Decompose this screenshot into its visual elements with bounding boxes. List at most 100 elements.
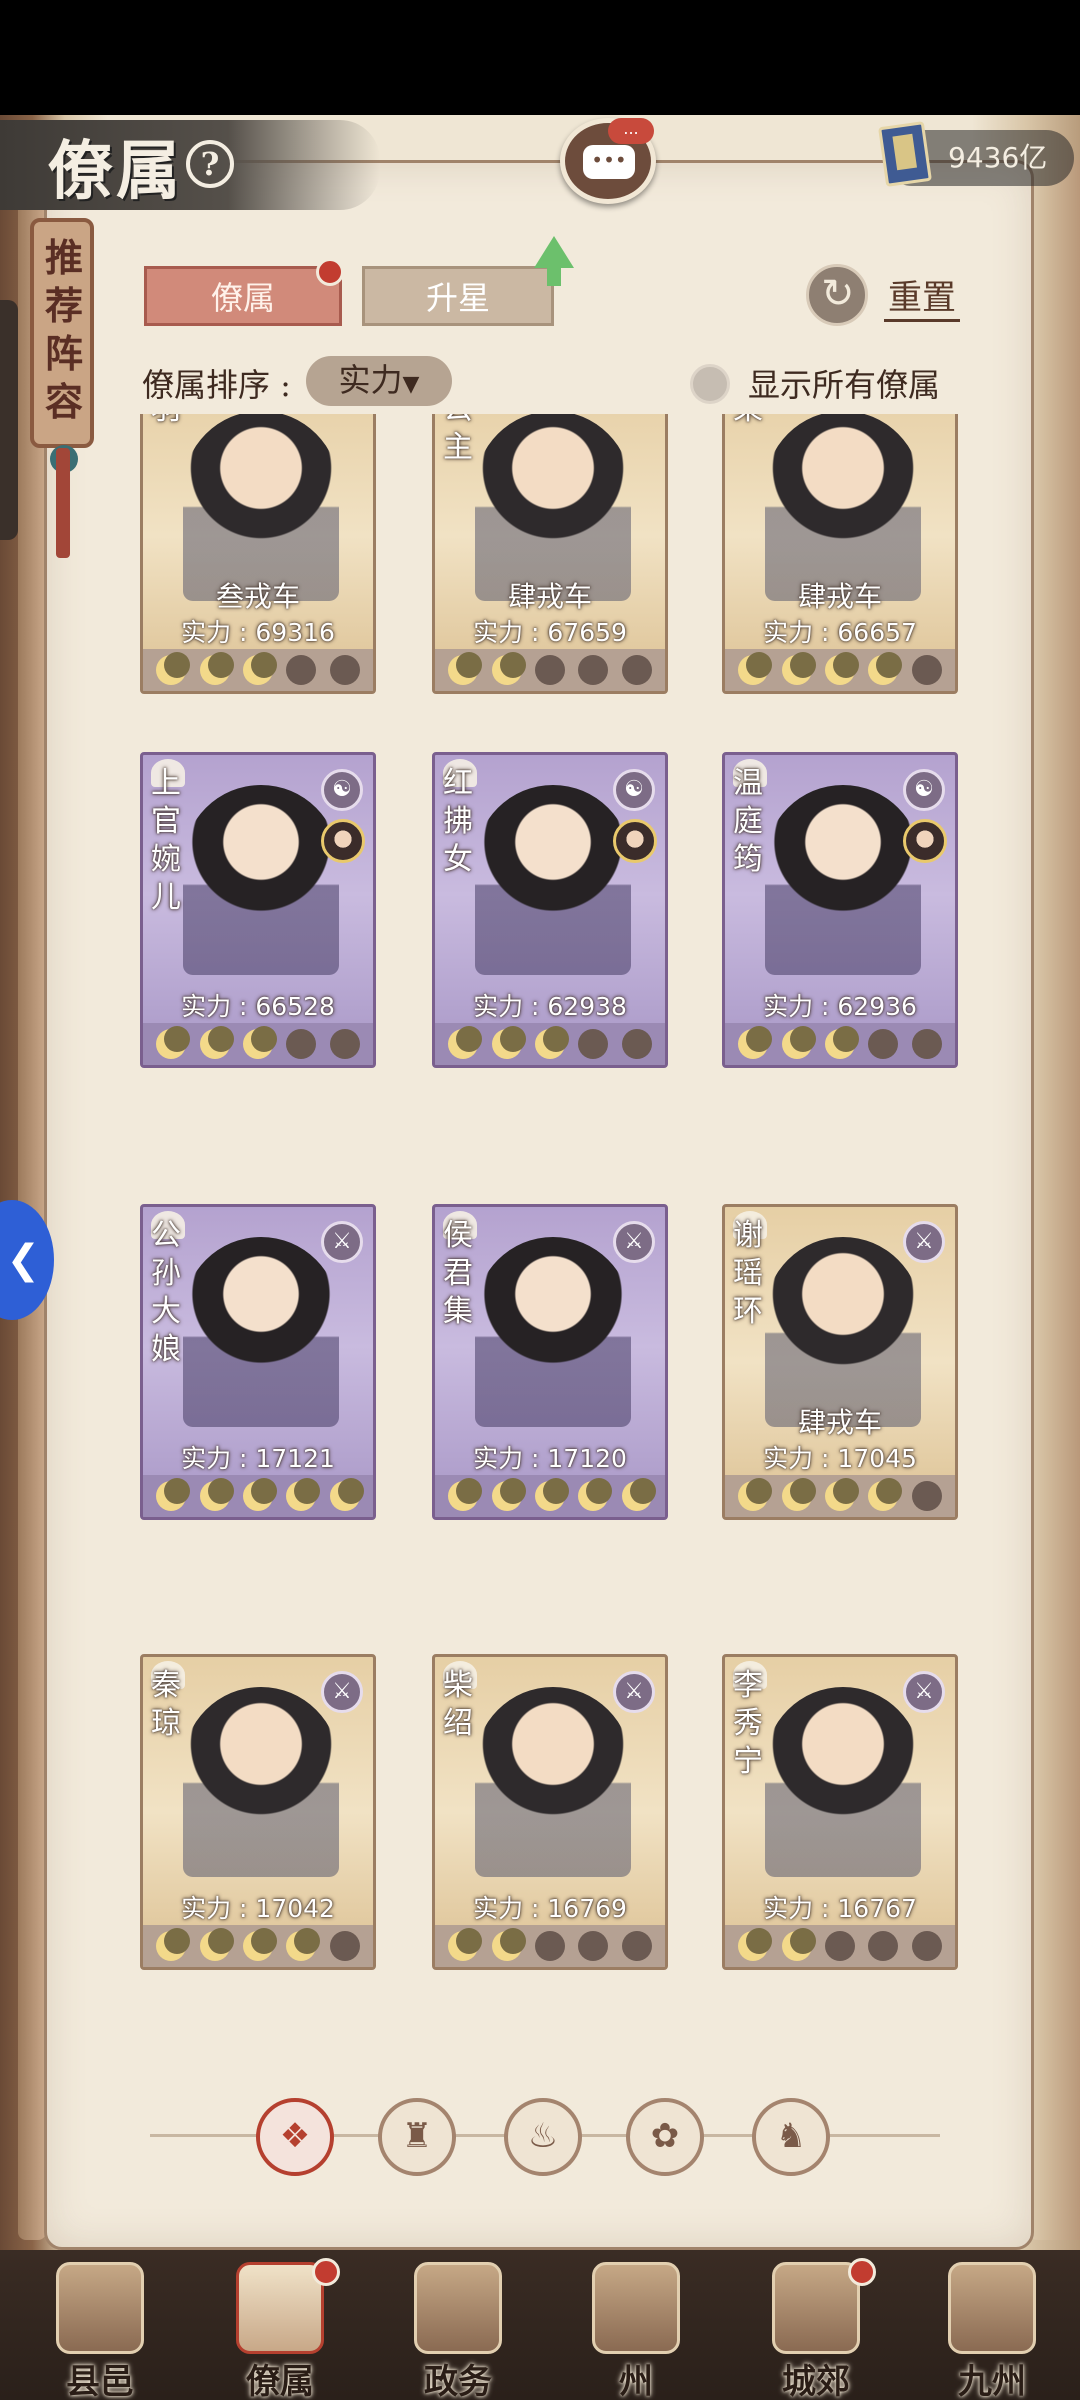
moon-star-empty-icon [329, 1029, 360, 1059]
character-portrait [765, 1687, 921, 1877]
moon-star-filled-icon [156, 1931, 187, 1961]
moon-star-filled-icon [242, 655, 273, 685]
character-power: 实力 : 66528 [181, 992, 335, 1021]
sort-dropdown[interactable]: 实力▼ [306, 356, 452, 406]
moon-star-filled-icon [738, 1481, 769, 1511]
gourd-icon[interactable]: ♨ [504, 2098, 582, 2176]
nav-prefecture-icon [592, 2262, 680, 2354]
character-name: 公主 [443, 414, 473, 465]
nav-county-icon [56, 2262, 144, 2354]
moon-star-empty-icon [621, 1931, 652, 1961]
moon-star-empty-icon [911, 1931, 942, 1961]
character-power: 实力 : 67659 [473, 618, 627, 647]
subordinate-card[interactable]: 李秀宁 实力 : 16767 ⚔ [722, 1654, 958, 1970]
edge-drawer-handle[interactable] [0, 300, 18, 540]
moon-star-filled-icon [578, 1481, 609, 1511]
nav-prefecture[interactable]: 州 [566, 2262, 706, 2400]
character-name: 羽 [151, 414, 189, 429]
moon-star-empty-icon [578, 655, 609, 685]
yin-yang-icon: ☯ [613, 769, 655, 811]
subordinate-card[interactable]: 公孙大娘 实力 : 17121 ⚔ [140, 1204, 376, 1520]
character-portrait [475, 1237, 631, 1427]
moon-star-filled-icon [448, 655, 479, 685]
moon-star-filled-icon [824, 655, 855, 685]
sword-icon: ⚔ [903, 1221, 945, 1263]
moon-star-empty-icon [286, 1029, 317, 1059]
recommended-lineup-label: 推荐阵容 [44, 235, 83, 424]
subordinate-card[interactable]: 上官婉儿 实力 : 66528 ☯ [140, 752, 376, 1068]
subordinate-card[interactable]: 公主 肆戎车 实力 : 67659 [432, 414, 668, 694]
subordinate-card[interactable]: 温庭筠 实力 : 62936 ☯ [722, 752, 958, 1068]
show-all-label[interactable]: 显示所有僚属 [748, 360, 940, 406]
question-icon[interactable]: ? [186, 140, 234, 188]
diamond-all-icon[interactable]: ❖ [256, 2098, 334, 2176]
nav-county[interactable]: 县邑 [30, 2262, 170, 2400]
moon-star-filled-icon [781, 655, 812, 685]
moon-star-filled-icon [868, 1481, 899, 1511]
moon-star-filled-icon [199, 1931, 230, 1961]
moon-star-empty-icon [534, 1931, 565, 1961]
tab-subordinates[interactable]: 僚属 [144, 266, 342, 326]
companion-avatar [613, 819, 657, 863]
moon-star-filled-icon [781, 1931, 812, 1961]
character-name: 红拂女 [443, 766, 473, 877]
subordinate-card[interactable]: 秦琼 实力 : 17042 ⚔ [140, 1654, 376, 1970]
moon-star-filled-icon [199, 655, 230, 685]
notification-dot [316, 258, 344, 286]
chat-icon: ••• [583, 145, 635, 179]
star-rating [143, 649, 373, 691]
nav-label: 九州 [958, 2362, 1026, 2400]
moon-star-empty-icon [824, 1931, 855, 1961]
character-power: 实力 : 17121 [181, 1444, 335, 1473]
nav-nine-provinces[interactable]: 九州 [922, 2262, 1062, 2400]
reset-icon[interactable] [806, 264, 868, 326]
star-rating [435, 649, 665, 691]
character-name: 秦琼 [151, 1668, 181, 1741]
subordinate-card[interactable]: 红拂女 实力 : 62938 ☯ [432, 752, 668, 1068]
reset-button[interactable]: 重置 [884, 270, 960, 322]
subordinate-card[interactable]: 果 肆戎车 实力 : 66657 [722, 414, 958, 694]
character-portrait [183, 1687, 339, 1877]
fan-icon[interactable]: ✿ [626, 2098, 704, 2176]
character-portrait [183, 785, 339, 975]
moon-star-filled-icon [491, 655, 522, 685]
moon-star-empty-icon [911, 1029, 942, 1059]
character-rank: 肆戎车 [507, 580, 592, 613]
tab-star-up[interactable]: 升星 [362, 266, 554, 326]
page-title: 僚属 [48, 134, 184, 209]
show-all-radio[interactable] [690, 364, 730, 404]
moon-star-empty-icon [868, 1029, 899, 1059]
companion-avatar [903, 819, 947, 863]
book-icon [878, 121, 932, 187]
subordinate-grid: 羽 叁戎车 实力 : 69316 公主 肆戎车 实力 : 67659 果 肆戎车… [140, 414, 990, 2054]
subordinate-card[interactable]: 羽 叁戎车 实力 : 69316 [140, 414, 376, 694]
character-name: 温庭筠 [733, 766, 763, 877]
nav-affairs[interactable]: 政务 [388, 2262, 528, 2400]
moon-star-filled-icon [824, 1029, 855, 1059]
moon-star-filled-icon [534, 1029, 565, 1059]
star-rating [143, 1475, 373, 1517]
chevron-down-icon: ▼ [402, 372, 420, 397]
moon-star-filled-icon [329, 1481, 360, 1511]
mythic-beast-icon[interactable]: ♞ [752, 2098, 830, 2176]
nav-suburbs-icon [772, 2262, 860, 2354]
nav-nine-provinces-icon [948, 2262, 1036, 2354]
moon-star-empty-icon [911, 1481, 942, 1511]
companion-avatar [321, 819, 365, 863]
sword-icon: ⚔ [613, 1221, 655, 1263]
helmet-icon[interactable]: ♜ [378, 2098, 456, 2176]
moon-star-empty-icon [534, 655, 565, 685]
character-name: 上官婉儿 [151, 766, 181, 915]
star-rating [725, 649, 955, 691]
moon-star-empty-icon [578, 1029, 609, 1059]
character-power: 实力 : 62938 [473, 992, 627, 1021]
subordinate-card[interactable]: 谢瑶环 肆戎车 实力 : 17045 ⚔ [722, 1204, 958, 1520]
subordinate-card[interactable]: 侯君集 实力 : 17120 ⚔ [432, 1204, 668, 1520]
character-portrait [765, 1237, 921, 1427]
nav-label: 州 [619, 2362, 653, 2400]
character-portrait [475, 1687, 631, 1877]
moon-star-filled-icon [738, 1029, 769, 1059]
subordinate-card[interactable]: 柴绍 实力 : 16769 ⚔ [432, 1654, 668, 1970]
character-power: 实力 : 62936 [763, 992, 917, 1021]
moon-star-filled-icon [156, 1029, 187, 1059]
